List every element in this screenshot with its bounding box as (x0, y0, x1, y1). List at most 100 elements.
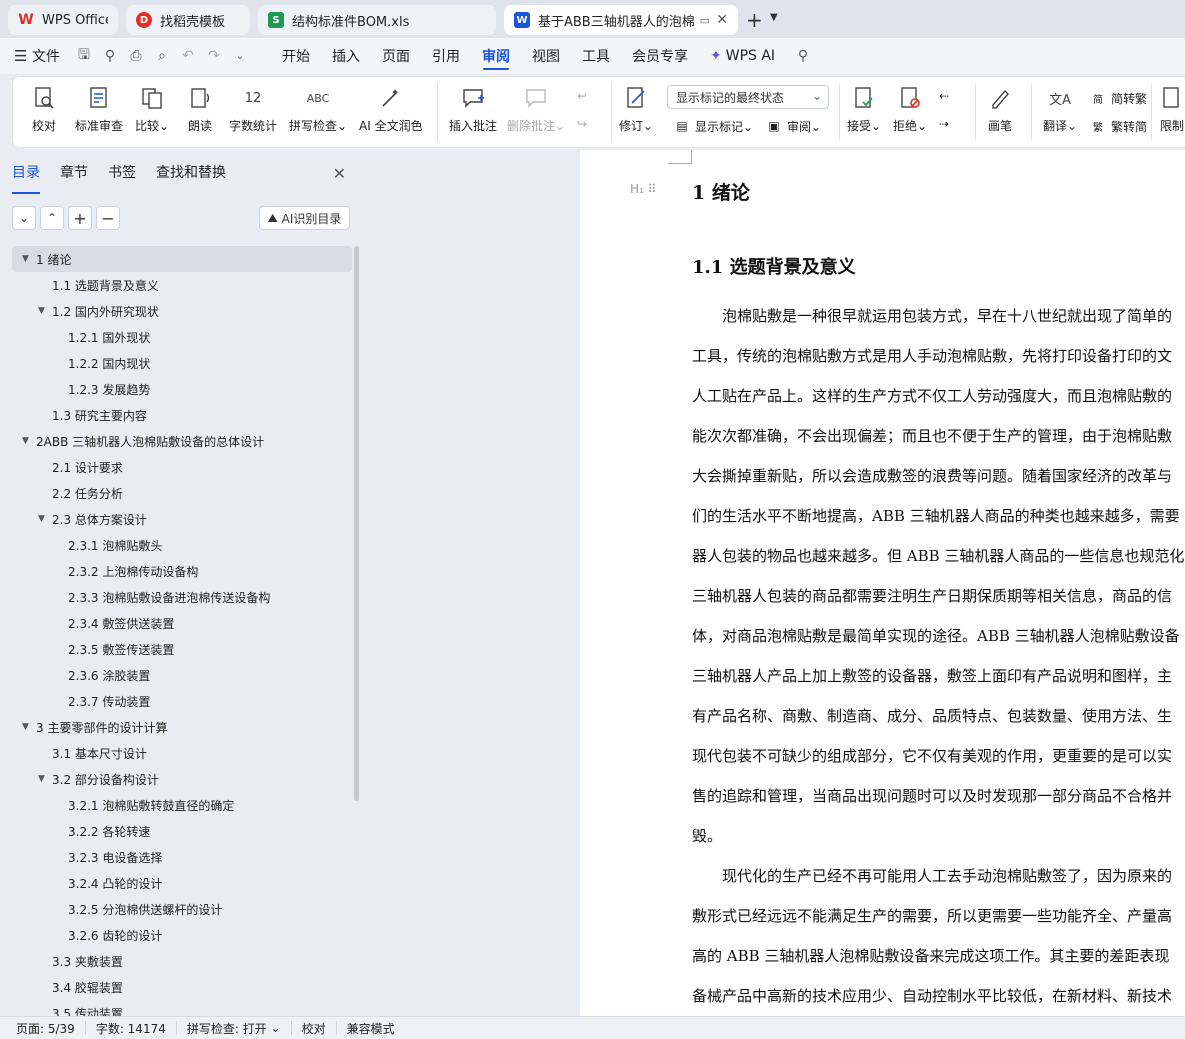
menu-view[interactable]: 视图 (521, 38, 571, 74)
markup-mode-select[interactable]: 显示标记的最终状态 ⌄ (667, 85, 829, 109)
add-heading-button[interactable]: + (68, 206, 92, 230)
toc-item[interactable]: 2.3.3 泡棉贴敷设备进泡棉传送设备构 (12, 584, 352, 610)
toc-item[interactable]: 2.3.2 上泡棉传动设备构 (12, 558, 352, 584)
delete-comment-button[interactable]: 删除批注⌄ (507, 77, 565, 147)
tab-current-document[interactable]: W 基于ABB三轴机器人的泡棉贴 ▭ ✕ (504, 5, 738, 35)
previous-comment-icon[interactable]: ↩ (577, 89, 587, 103)
toc-item[interactable]: 1.3 研究主要内容 (12, 402, 352, 428)
toc-item[interactable]: 1.2.3 发展趋势 (12, 376, 352, 402)
toc-item[interactable]: 2.3.1 泡棉贴敷头 (12, 532, 352, 558)
collapse-all-button[interactable]: ⌃ (40, 206, 64, 230)
menu-member[interactable]: 会员专享 (621, 38, 699, 74)
toc-item[interactable]: ▼ 3.2 部分设备构设计 (12, 766, 352, 792)
expand-arrow-icon[interactable]: ▼ (38, 306, 50, 316)
menu-review[interactable]: 审阅 (471, 38, 521, 74)
review-pane-button[interactable]: ▣ 审阅⌄ (765, 117, 821, 135)
ai-polish-button[interactable]: AI 全文润色 (359, 77, 423, 147)
show-markup-button[interactable]: ▤ 显示标记⌄ (673, 117, 753, 135)
toc-item[interactable]: ▼ 1 绪论 (12, 246, 352, 272)
tab-chapters[interactable]: 章节 (60, 160, 88, 190)
new-tab-icon[interactable]: + (746, 8, 763, 32)
remove-heading-button[interactable]: − (96, 206, 120, 230)
window-icon[interactable]: ▭ (700, 14, 710, 27)
chevron-down-icon[interactable]: ▼ (770, 12, 778, 23)
undo-icon[interactable]: ↶ (175, 43, 201, 69)
toc-item[interactable]: 3.2.2 各轮转速 (12, 818, 352, 844)
toc-item[interactable]: 2.3.7 传动装置 (12, 688, 352, 714)
toc-item[interactable]: 3.4 胶辊装置 (12, 974, 352, 1000)
track-changes-button[interactable]: 修订⌄ (619, 77, 653, 147)
menu-wps-ai[interactable]: ✦ WPS AI (699, 38, 786, 74)
accept-button[interactable]: 接受⌄ (847, 77, 881, 147)
toc-item[interactable]: 3.2.4 凸轮的设计 (12, 870, 352, 896)
search-icon[interactable]: ⚲ (790, 43, 816, 69)
toc-item[interactable]: 3.2.3 电设备选择 (12, 844, 352, 870)
word-count-status[interactable]: 字数: 14174 (86, 1021, 177, 1036)
toc-item[interactable]: 3.2.6 齿轮的设计 (12, 922, 352, 948)
print-preview-icon[interactable]: ⌕ (149, 43, 175, 69)
translate-button[interactable]: 文A 翻译⌄ (1043, 77, 1077, 147)
save-icon[interactable]: 🖫 (71, 43, 97, 69)
word-count-button[interactable]: 12 字数统计 (229, 77, 277, 147)
ai-toc-button[interactable]: ⛰ AI识别目录 (259, 206, 350, 230)
proofread-button[interactable]: 校对 (31, 77, 57, 147)
document-page[interactable]: H₁ ⠿ 1 绪论 1.1 选题背景及意义 泡棉贴敷是一种很早就运用包装方式，早… (580, 150, 1185, 1016)
to-simplified-button[interactable]: 繁 繁转简 (1089, 117, 1147, 135)
tab-bookmarks[interactable]: 书签 (108, 160, 136, 190)
toc-item[interactable]: 1.2.1 国外现状 (12, 324, 352, 350)
spell-check-status[interactable]: 拼写检查: 打开 ⌄ (177, 1021, 292, 1036)
more-chevron-icon[interactable]: ⌄ (227, 43, 253, 69)
expand-arrow-icon[interactable]: ▼ (22, 436, 34, 446)
toc-item[interactable]: ▼ 3 主要零部件的设计计算 (12, 714, 352, 740)
toc-item[interactable]: 3.1 基本尺寸设计 (12, 740, 352, 766)
menu-references[interactable]: 引用 (421, 38, 471, 74)
to-traditional-button[interactable]: 简 简转繁 (1089, 89, 1147, 107)
tab-toc[interactable]: 目录 (12, 160, 40, 194)
tab-find-replace[interactable]: 查找和替换 (156, 160, 226, 190)
link-icon[interactable]: ⚲ (97, 43, 123, 69)
ink-button[interactable]: 画笔 (987, 77, 1013, 147)
tab-docer[interactable]: D 找稻壳模板 (126, 5, 250, 35)
toc-item[interactable]: ▼ 1.2 国内外研究现状 (12, 298, 352, 324)
read-aloud-button[interactable]: 朗读 (187, 77, 213, 147)
redo-icon[interactable]: ↷ (201, 43, 227, 69)
reject-button[interactable]: 拒绝⌄ (893, 77, 927, 147)
toc-scrollbar[interactable] (354, 246, 359, 801)
menu-insert[interactable]: 插入 (321, 38, 371, 74)
toc-item[interactable]: 3.3 夹敷装置 (12, 948, 352, 974)
toc-item[interactable]: 2.2 任务分析 (12, 480, 352, 506)
heading-handle-icon[interactable]: H₁ ⠿ (630, 182, 656, 196)
menu-file[interactable]: 文件 (14, 38, 71, 74)
compare-button[interactable]: 比较⌄ (135, 77, 169, 147)
toc-item[interactable]: 3.2.1 泡棉贴敷转鼓直径的确定 (12, 792, 352, 818)
tab-wps-office[interactable]: W WPS Office (8, 5, 118, 35)
toc-item[interactable]: 3.2.5 分泡棉供送螺杆的设计 (12, 896, 352, 922)
tab-bom-xls[interactable]: S 结构标准件BOM.xls (258, 5, 496, 35)
toc-item[interactable]: ▼ 2.3 总体方案设计 (12, 506, 352, 532)
expand-arrow-icon[interactable]: ▼ (22, 254, 34, 264)
toc-item[interactable]: 1.1 选题背景及意义 (12, 272, 352, 298)
toc-item[interactable]: 2.3.5 敷签传送装置 (12, 636, 352, 662)
previous-change-icon[interactable]: ⇠ (939, 89, 949, 103)
close-pane-icon[interactable]: ✕ (333, 164, 346, 183)
toc-item[interactable]: 2.3.6 涂胶装置 (12, 662, 352, 688)
expand-arrow-icon[interactable]: ▼ (38, 514, 50, 524)
toc-item[interactable]: 2.1 设计要求 (12, 454, 352, 480)
toc-item[interactable]: ▼ 2ABB 三轴机器人泡棉贴敷设备的总体设计 (12, 428, 352, 454)
expand-all-button[interactable]: ⌄ (12, 206, 36, 230)
toc-item[interactable]: 2.3.4 敷签供送装置 (12, 610, 352, 636)
insert-comment-button[interactable]: 插入批注 (449, 77, 497, 147)
restrict-editing-button[interactable]: 限制 (1159, 77, 1185, 147)
next-comment-icon[interactable]: ↪ (577, 117, 587, 131)
next-change-icon[interactable]: ⇢ (939, 117, 949, 131)
toc-item[interactable]: 1.2.2 国内现状 (12, 350, 352, 376)
standard-review-button[interactable]: 标准审查 (75, 77, 123, 147)
menu-home[interactable]: 开始 (271, 38, 321, 74)
expand-arrow-icon[interactable]: ▼ (38, 774, 50, 784)
spell-check-button[interactable]: ABC 拼写检查⌄ (289, 77, 347, 147)
menu-page[interactable]: 页面 (371, 38, 421, 74)
close-tab-icon[interactable]: ✕ (716, 12, 728, 28)
proof-status[interactable]: 校对 (292, 1021, 337, 1036)
hamburger-icon[interactable]: ☰ (0, 47, 27, 65)
print-icon[interactable]: ⎙ (123, 43, 149, 69)
